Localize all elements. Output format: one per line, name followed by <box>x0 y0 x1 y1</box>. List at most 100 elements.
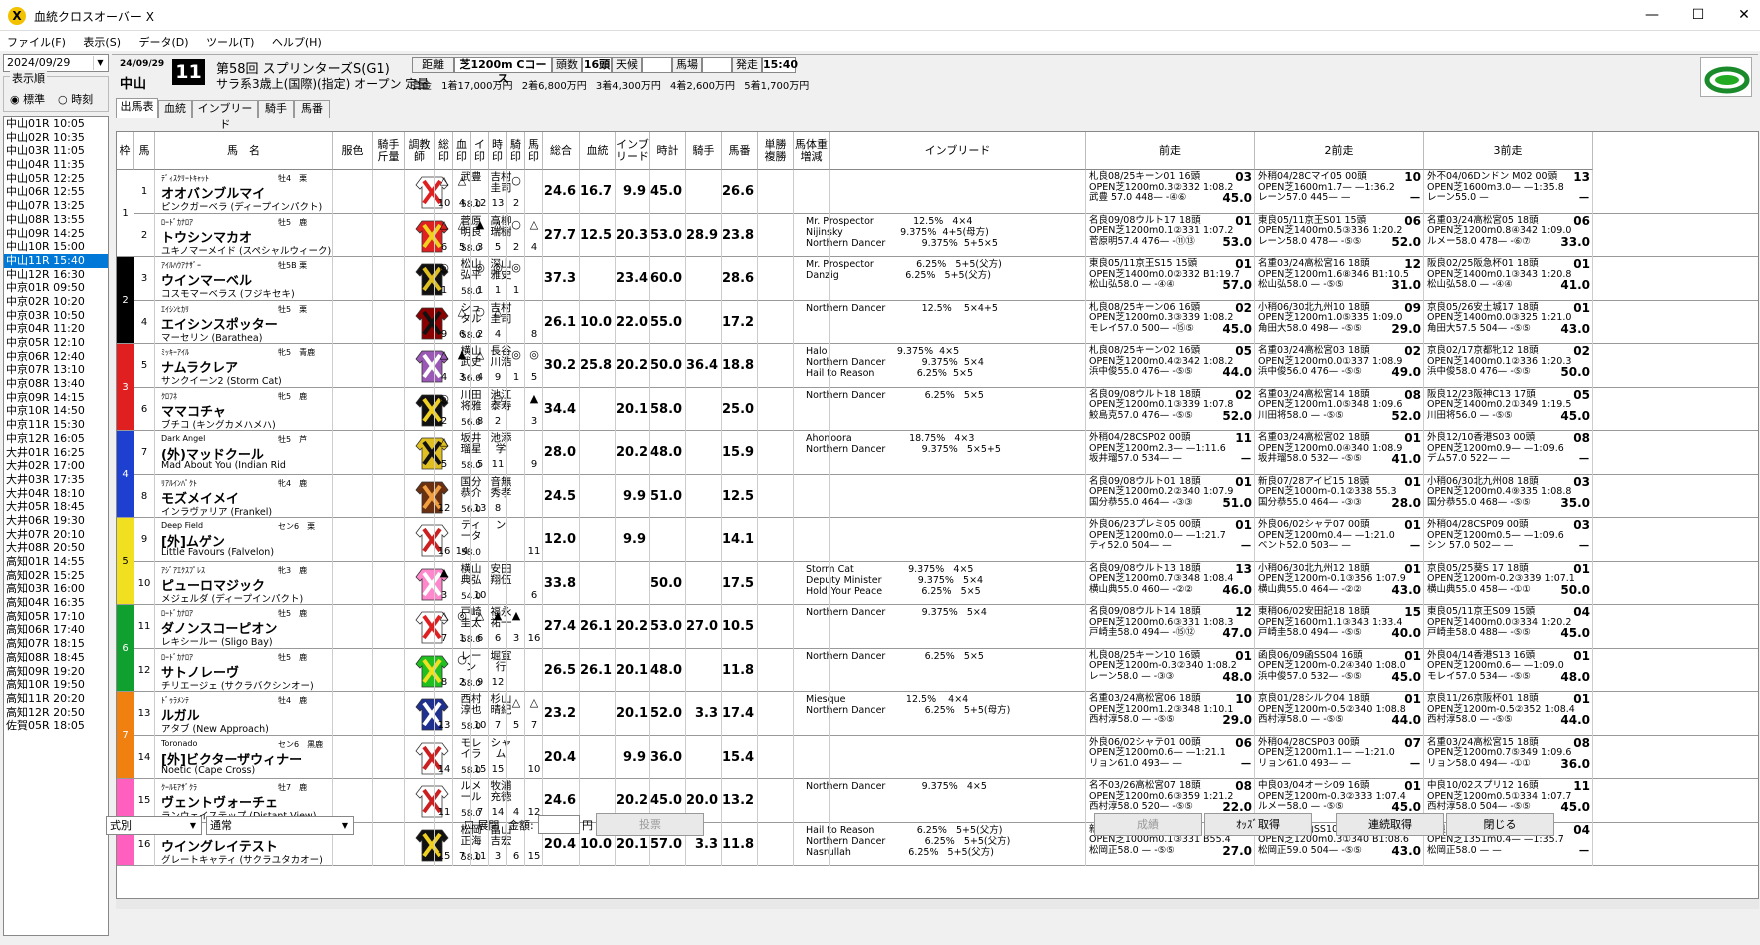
vote-button[interactable]: 投票 <box>596 813 704 836</box>
menu-help[interactable]: ヘルプ(H) <box>265 31 329 53</box>
prev-race-3[interactable]: 外良04/14香港S13 16頭 01 OPEN芝1200m0.6— —1:09.… <box>1424 649 1593 692</box>
prev-race-3[interactable]: 京良11/26京阪杯01 18頭 01 OPEN芝1200m-0.5②352 1:… <box>1424 692 1593 735</box>
race-list-item[interactable]: 中京01R 09:50 <box>4 281 108 295</box>
prev-race-1[interactable]: 札良08/25キーン06 16頭 02 OPEN芝1200m0.3③339 1:0… <box>1086 301 1255 344</box>
bet-type-select[interactable]: 式別 ▼ <box>106 816 202 835</box>
prev-race-1[interactable]: 外稍04/28CSP02 00頭 11 OPEN芝1200m2.3— —1:11.… <box>1086 431 1255 474</box>
table-row[interactable]: 13ﾄﾞｩﾗﾒﾝﾃ牡4 鹿ルガルアタブ (New Approach)西村 淳也5… <box>117 692 1758 736</box>
race-list-item[interactable]: 大井05R 18:45 <box>4 500 108 514</box>
race-list-item[interactable]: 高知11R 20:20 <box>4 692 108 706</box>
header-time[interactable]: 時計 <box>650 132 686 170</box>
race-list-item[interactable]: 大井04R 18:10 <box>4 487 108 501</box>
prev-race-3[interactable]: 小稍06/30北九州08 18頭 03 OPEN芝1200m0.4⑨335 1:0… <box>1424 475 1593 518</box>
race-list-item[interactable]: 中京04R 11:20 <box>4 322 108 336</box>
race-list-item[interactable]: 高知04R 16:35 <box>4 596 108 610</box>
menu-file[interactable]: ファイル(F) <box>0 31 73 53</box>
race-list-item[interactable]: 大井02R 17:00 <box>4 459 108 473</box>
header-jockey_s[interactable]: 騎手 <box>686 132 722 170</box>
race-list-item[interactable]: 高知09R 19:20 <box>4 665 108 679</box>
header-waku[interactable]: 枠 <box>117 132 134 170</box>
race-list-item[interactable]: 中山07R 13:25 <box>4 199 108 213</box>
header-m1[interactable]: 総 印 <box>435 132 453 170</box>
race-list-item[interactable]: 大井01R 16:25 <box>4 446 108 460</box>
table-row[interactable]: 9 Deep Field セン6 栗 [外]ムゲン Little Favours (Fa… <box>117 518 1758 562</box>
tenkai-checkbox[interactable]: ☐ 展開 <box>464 817 499 833</box>
race-list-item[interactable]: 中京10R 14:50 <box>4 404 108 418</box>
tab-shutsuba[interactable]: 出馬表 <box>116 98 158 118</box>
race-list-item[interactable]: 中山12R 16:30 <box>4 268 108 282</box>
race-list-item[interactable]: 中山04R 11:35 <box>4 158 108 172</box>
header-taiju[interactable]: 馬体重 増減 <box>794 132 830 170</box>
table-row[interactable]: 6ｸﾛﾌﾈ牝5 鹿ママコチャブチコ (キングカメハメハ)川田 将雅56.0池江 … <box>117 387 1758 431</box>
menu-data[interactable]: データ(D) <box>132 31 196 53</box>
prev-race-1[interactable]: 東良05/11京王S15 15頭 01 OPEN芝1400m0.0②332 B1:… <box>1086 257 1255 300</box>
race-list-item[interactable]: 高知08R 18:45 <box>4 651 108 665</box>
tab-blood[interactable]: 血統 <box>158 100 192 118</box>
menu-tools[interactable]: ツール(T) <box>199 31 261 53</box>
race-list-item[interactable]: 中山10R 15:00 <box>4 240 108 254</box>
race-list-item[interactable]: 中山08R 13:55 <box>4 213 108 227</box>
prev-race-2[interactable]: 名重03/24高松宮02 18頭 01 OPEN芝1200m0.0④340 1:0… <box>1255 431 1424 474</box>
amount-input[interactable] <box>538 815 580 834</box>
prev-race-3[interactable]: 阪良12/23阪神C13 17頭 05 OPEN芝1400m0.2①349 1:1… <box>1424 388 1593 431</box>
prev-race-2[interactable]: 名重03/24高松宮03 18頭 02 OPEN芝1200m0.0①337 1:0… <box>1255 344 1424 387</box>
header-tansho[interactable]: 単勝 複勝 <box>758 132 794 170</box>
prev-race-3[interactable]: 京良05/26安土城17 18頭 01 OPEN芝1400m0.0③325 1:2… <box>1424 301 1593 344</box>
header-total[interactable]: 総合 <box>543 132 580 170</box>
table-row[interactable]: 7 Dark Angel 牡5 芦 (外)マッドクール Mad About You (I… <box>117 431 1758 475</box>
prev-race-1[interactable]: 名重03/24高松宮06 18頭 10 OPEN芝1200m1.2③348 1:1… <box>1086 692 1255 735</box>
prev-race-1[interactable]: 札良08/25キーン10 16頭 01 OPEN芝1200m-0.3②340 1:… <box>1086 649 1255 692</box>
prev-race-3[interactable]: 外不04/06Dンドン M02 00頭 13 OPEN芝1600m3.0— —1:… <box>1424 170 1593 213</box>
prev-race-2[interactable]: 小稍06/30北九州12 18頭 01 OPEN芝1200m-0.1③356 1:… <box>1255 562 1424 605</box>
race-list-item[interactable]: 佐賀05R 18:05 <box>4 719 108 733</box>
race-list-item[interactable]: 中京11R 15:30 <box>4 418 108 432</box>
table-row[interactable]: 4 ｴｲｼﾝﾋｶﾘ 牡5 栗エイシンスポッター マーセリン (Barathea) シュ … <box>117 300 1758 344</box>
prev-race-1[interactable]: 名良09/08ウルト18 18頭 02 OPEN芝1200m0.1③339 1:0… <box>1086 388 1255 431</box>
prev-race-1[interactable]: 名良09/08ウルト01 18頭 01 OPEN芝1200m0.2②340 1:0… <box>1086 475 1255 518</box>
race-list-item[interactable]: 中山06R 12:55 <box>4 185 108 199</box>
race-list-item[interactable]: 大井07R 20:10 <box>4 528 108 542</box>
race-list-item[interactable]: 中京03R 10:50 <box>4 309 108 323</box>
prev-race-3[interactable]: 京良05/25葵S 17 18頭 01 OPEN芝1200m-0.2③339 1:… <box>1424 562 1593 605</box>
prev-race-2[interactable]: 東良05/11京王S01 15頭 06 OPEN芝1400m0.5③336 1:2… <box>1255 214 1424 257</box>
prev-race-3[interactable]: 名重03/24高松宮15 18頭 08 OPEN芝1200m0.7⑤349 1:0… <box>1424 736 1593 779</box>
race-list-item[interactable]: 高知06R 17:40 <box>4 623 108 637</box>
header-silk[interactable]: 服色 <box>333 132 373 170</box>
close-button[interactable]: 閉じる <box>1446 813 1554 836</box>
prev-race-2[interactable]: 小稍06/30北九州10 18頭 09 OPEN芝1200m1.0⑤335 1:0… <box>1255 301 1424 344</box>
race-list-item[interactable]: 高知10R 19:50 <box>4 678 108 692</box>
table-row[interactable]: 11 ﾛｰﾄﾞｶﾅﾛｱ 牡5 鹿ダノンスコーピオン レキシールー (Sligo Bay… <box>117 605 1758 649</box>
header-blood[interactable]: 血統 <box>580 132 616 170</box>
prev-race-2[interactable]: 外良06/02シャテ07 00頭 01 OPEN芝1200m0.4— —1:21.… <box>1255 518 1424 561</box>
table-row[interactable]: 5 ﾐｯｷｰｱｲﾙ 牝5 青鹿 ナムラクレア サンクイーン2 (Storm Cat) 横山… <box>117 344 1758 388</box>
tab-inbreed[interactable]: インブリード <box>192 100 258 131</box>
race-list-item[interactable]: 中京09R 14:15 <box>4 391 108 405</box>
prev-race-3[interactable]: 京良02/17京都牝12 18頭 02 OPEN芝1400m0.1②336 1:2… <box>1424 344 1593 387</box>
race-list-item[interactable]: 中京08R 13:40 <box>4 377 108 391</box>
header-m5[interactable]: 騎 印 <box>507 132 525 170</box>
horizontal-scrollbar[interactable] <box>116 899 1759 909</box>
prev-race-2[interactable]: 外稍04/28Cマイ05 00頭 10 OPEN芝1600m1.7— —1:36.… <box>1255 170 1424 213</box>
prev-race-2[interactable]: 外稍04/28CSP03 00頭 07 OPEN芝1200m1.1— —1:21.… <box>1255 736 1424 779</box>
header-prev2[interactable]: 2前走 <box>1255 132 1424 170</box>
header-prev1[interactable]: 前走 <box>1086 132 1255 170</box>
header-ib[interactable]: インブリード <box>830 132 1086 170</box>
header-m4[interactable]: 時 印 <box>489 132 507 170</box>
race-list-item[interactable]: 中京07R 13:10 <box>4 363 108 377</box>
race-list-item[interactable]: 中山05R 12:25 <box>4 172 108 186</box>
race-list[interactable]: 中山01R 10:05 中山02R 10:35 中山03R 11:05 中山04R 1… <box>3 116 109 936</box>
table-row[interactable]: 10 ｱｼﾞｱｴｸｽﾌﾟﾚｽ 牝3 鹿ピューロマジック メジェルダ (ディープインパク… <box>117 561 1758 605</box>
minimize-icon[interactable]: — <box>1629 4 1675 26</box>
race-list-item[interactable]: 大井06R 19:30 <box>4 514 108 528</box>
race-list-item[interactable]: 高知05R 17:10 <box>4 610 108 624</box>
header-uma[interactable]: 馬 <box>134 132 155 170</box>
race-list-item[interactable]: 中山11R 15:40 <box>4 253 108 268</box>
race-list-item[interactable]: 中京06R 12:40 <box>4 350 108 364</box>
prev-race-1[interactable]: 札良08/25キーン02 16頭 05 OPEN芝1200m0.4②342 1:0… <box>1086 344 1255 387</box>
header-prev3[interactable]: 3前走 <box>1424 132 1593 170</box>
prev-race-1[interactable]: 名良09/08ウルト17 18頭 01 OPEN芝1200m0.1②331 1:0… <box>1086 214 1255 257</box>
race-list-item[interactable]: 高知07R 18:15 <box>4 637 108 651</box>
prev-race-3[interactable]: 外良12/10香港S03 00頭 08 OPEN芝1200m0.9— —1:09.… <box>1424 431 1593 474</box>
race-list-item[interactable]: 高知02R 15:25 <box>4 569 108 583</box>
tab-umaban[interactable]: 馬番 <box>294 100 330 118</box>
